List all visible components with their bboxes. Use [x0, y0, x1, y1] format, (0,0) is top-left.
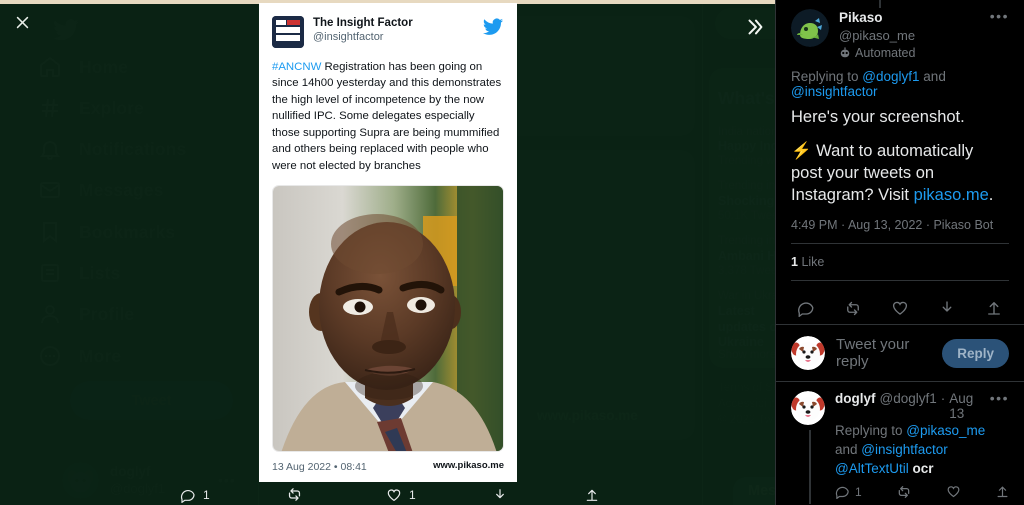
- card-author-name: The Insight Factor: [313, 17, 413, 29]
- list-item[interactable]: doglyf @doglyf1 · Aug 13 ••• Replying to…: [776, 382, 1024, 504]
- divider: [791, 280, 1009, 282]
- reply-button[interactable]: Reply: [942, 338, 1009, 368]
- tweet-text-line2: ⚡ Want to automatically post your tweets…: [791, 141, 1009, 206]
- share-icon[interactable]: [995, 484, 1010, 499]
- mention-link[interactable]: @AltTextUtil: [835, 461, 909, 476]
- reply-icon[interactable]: [797, 299, 815, 318]
- replying-join: and: [919, 68, 946, 84]
- separator-dot: ·: [940, 391, 946, 407]
- screenshot-root: Home Explore Notifications Messages Book…: [0, 0, 1024, 505]
- like-action[interactable]: 1: [386, 487, 416, 503]
- download-icon[interactable]: [938, 299, 956, 317]
- automated-label: Automated: [855, 45, 916, 60]
- like-count: 1: [409, 487, 416, 502]
- share-icon[interactable]: [985, 299, 1003, 317]
- likes-count: 1: [791, 255, 798, 270]
- lightning-emoji: ⚡: [791, 142, 812, 161]
- pikaso-watermark: www.pikaso.me: [428, 457, 509, 474]
- divider: [791, 243, 1009, 245]
- reply-composer: Tweet your reply Reply: [776, 325, 1024, 381]
- card-header: The Insight Factor @insightfactor: [272, 16, 504, 48]
- thread-connector: [809, 430, 811, 504]
- hashtag-link[interactable]: #ANCNW: [272, 61, 321, 73]
- reply-author-handle: @doglyf1: [879, 391, 937, 407]
- replying-prefix: Replying to: [791, 68, 863, 84]
- mention-link[interactable]: @doglyf1: [862, 69, 919, 84]
- share-action[interactable]: [584, 487, 600, 503]
- reply-count: 1: [855, 484, 862, 499]
- avatar[interactable]: [791, 9, 829, 47]
- reply-action[interactable]: 1: [180, 487, 210, 503]
- mention-link[interactable]: @insightfactor: [861, 442, 948, 457]
- tweet-metadata: 4:49 PM · Aug 13, 2022 · Pikaso Bot: [791, 218, 994, 233]
- mention-link[interactable]: @insightfactor: [791, 84, 878, 99]
- download-action[interactable]: [492, 487, 508, 503]
- replying-prefix: Replying to: [835, 423, 907, 439]
- reply-date: Aug 13: [949, 391, 974, 422]
- card-body-rest: Registration has been going on since 14h…: [272, 61, 502, 172]
- tweet-author-name[interactable]: Pikaso: [839, 9, 980, 27]
- avatar: [272, 16, 304, 48]
- card-author-handle: @insightfactor: [313, 31, 384, 44]
- tweet-actions: [791, 292, 1009, 324]
- replying-to-line: Replying to @doglyf1 and @insightfactor: [791, 69, 1009, 99]
- robot-icon: [839, 47, 851, 59]
- close-icon[interactable]: [9, 9, 36, 36]
- chevron-double-right-icon[interactable]: [742, 14, 768, 40]
- retweet-action[interactable]: [286, 486, 310, 503]
- twitter-bird-icon: [482, 16, 504, 38]
- reply-text: @AltTextUtil ocr: [835, 460, 1009, 478]
- likes-label: Like: [801, 255, 825, 270]
- tweet-text-end: .: [988, 185, 994, 204]
- reply-count: 1: [203, 487, 210, 502]
- card-image: [272, 184, 504, 452]
- card-body-text: #ANCNW Registration has been going on si…: [272, 59, 504, 174]
- retweet-icon[interactable]: [896, 484, 912, 500]
- more-options-icon[interactable]: •••: [990, 391, 1009, 405]
- avatar[interactable]: [791, 391, 825, 426]
- reply-replying-to: Replying to @pikaso_me and @insightfacto…: [835, 422, 1009, 458]
- like-icon[interactable]: [891, 299, 909, 317]
- pikaso-screenshot-card: The Insight Factor @insightfactor #ANCNW…: [259, 3, 517, 482]
- avatar[interactable]: [791, 336, 825, 371]
- tweet-header: Pikaso @pikaso_me Automated •••: [791, 0, 1009, 60]
- mention-link[interactable]: @pikaso_me: [906, 423, 985, 438]
- automated-badge: Automated: [839, 46, 980, 60]
- tweet-author-handle: @pikaso_me: [839, 28, 916, 44]
- reply-author-name[interactable]: doglyf: [835, 391, 876, 406]
- reply-actions: 1: [835, 484, 1009, 500]
- like-icon[interactable]: [946, 484, 961, 499]
- thread-connector: [879, 0, 881, 8]
- reply-input[interactable]: Tweet your reply: [836, 336, 931, 370]
- tweet-text-line1: Here's your screenshot.: [791, 107, 965, 126]
- reply-body-text: ocr: [908, 460, 934, 476]
- retweet-icon[interactable]: [844, 299, 862, 317]
- reply-header: doglyf @doglyf1 · Aug 13 •••: [835, 391, 1009, 421]
- more-options-icon[interactable]: •••: [990, 9, 1009, 23]
- reply-icon[interactable]: 1: [835, 484, 862, 500]
- list-item[interactable]: ALT Alt Text Util… @AltTe… · Aug 13 ••• …: [776, 500, 1024, 505]
- replying-join: and: [835, 441, 862, 457]
- pikaso-link[interactable]: pikaso.me: [914, 186, 989, 204]
- likes-row[interactable]: 1 Like: [791, 255, 1009, 269]
- tweet-action-bar: 1 1: [180, 486, 600, 503]
- thread-panel: Pikaso @pikaso_me Automated ••• Replying…: [775, 0, 1024, 505]
